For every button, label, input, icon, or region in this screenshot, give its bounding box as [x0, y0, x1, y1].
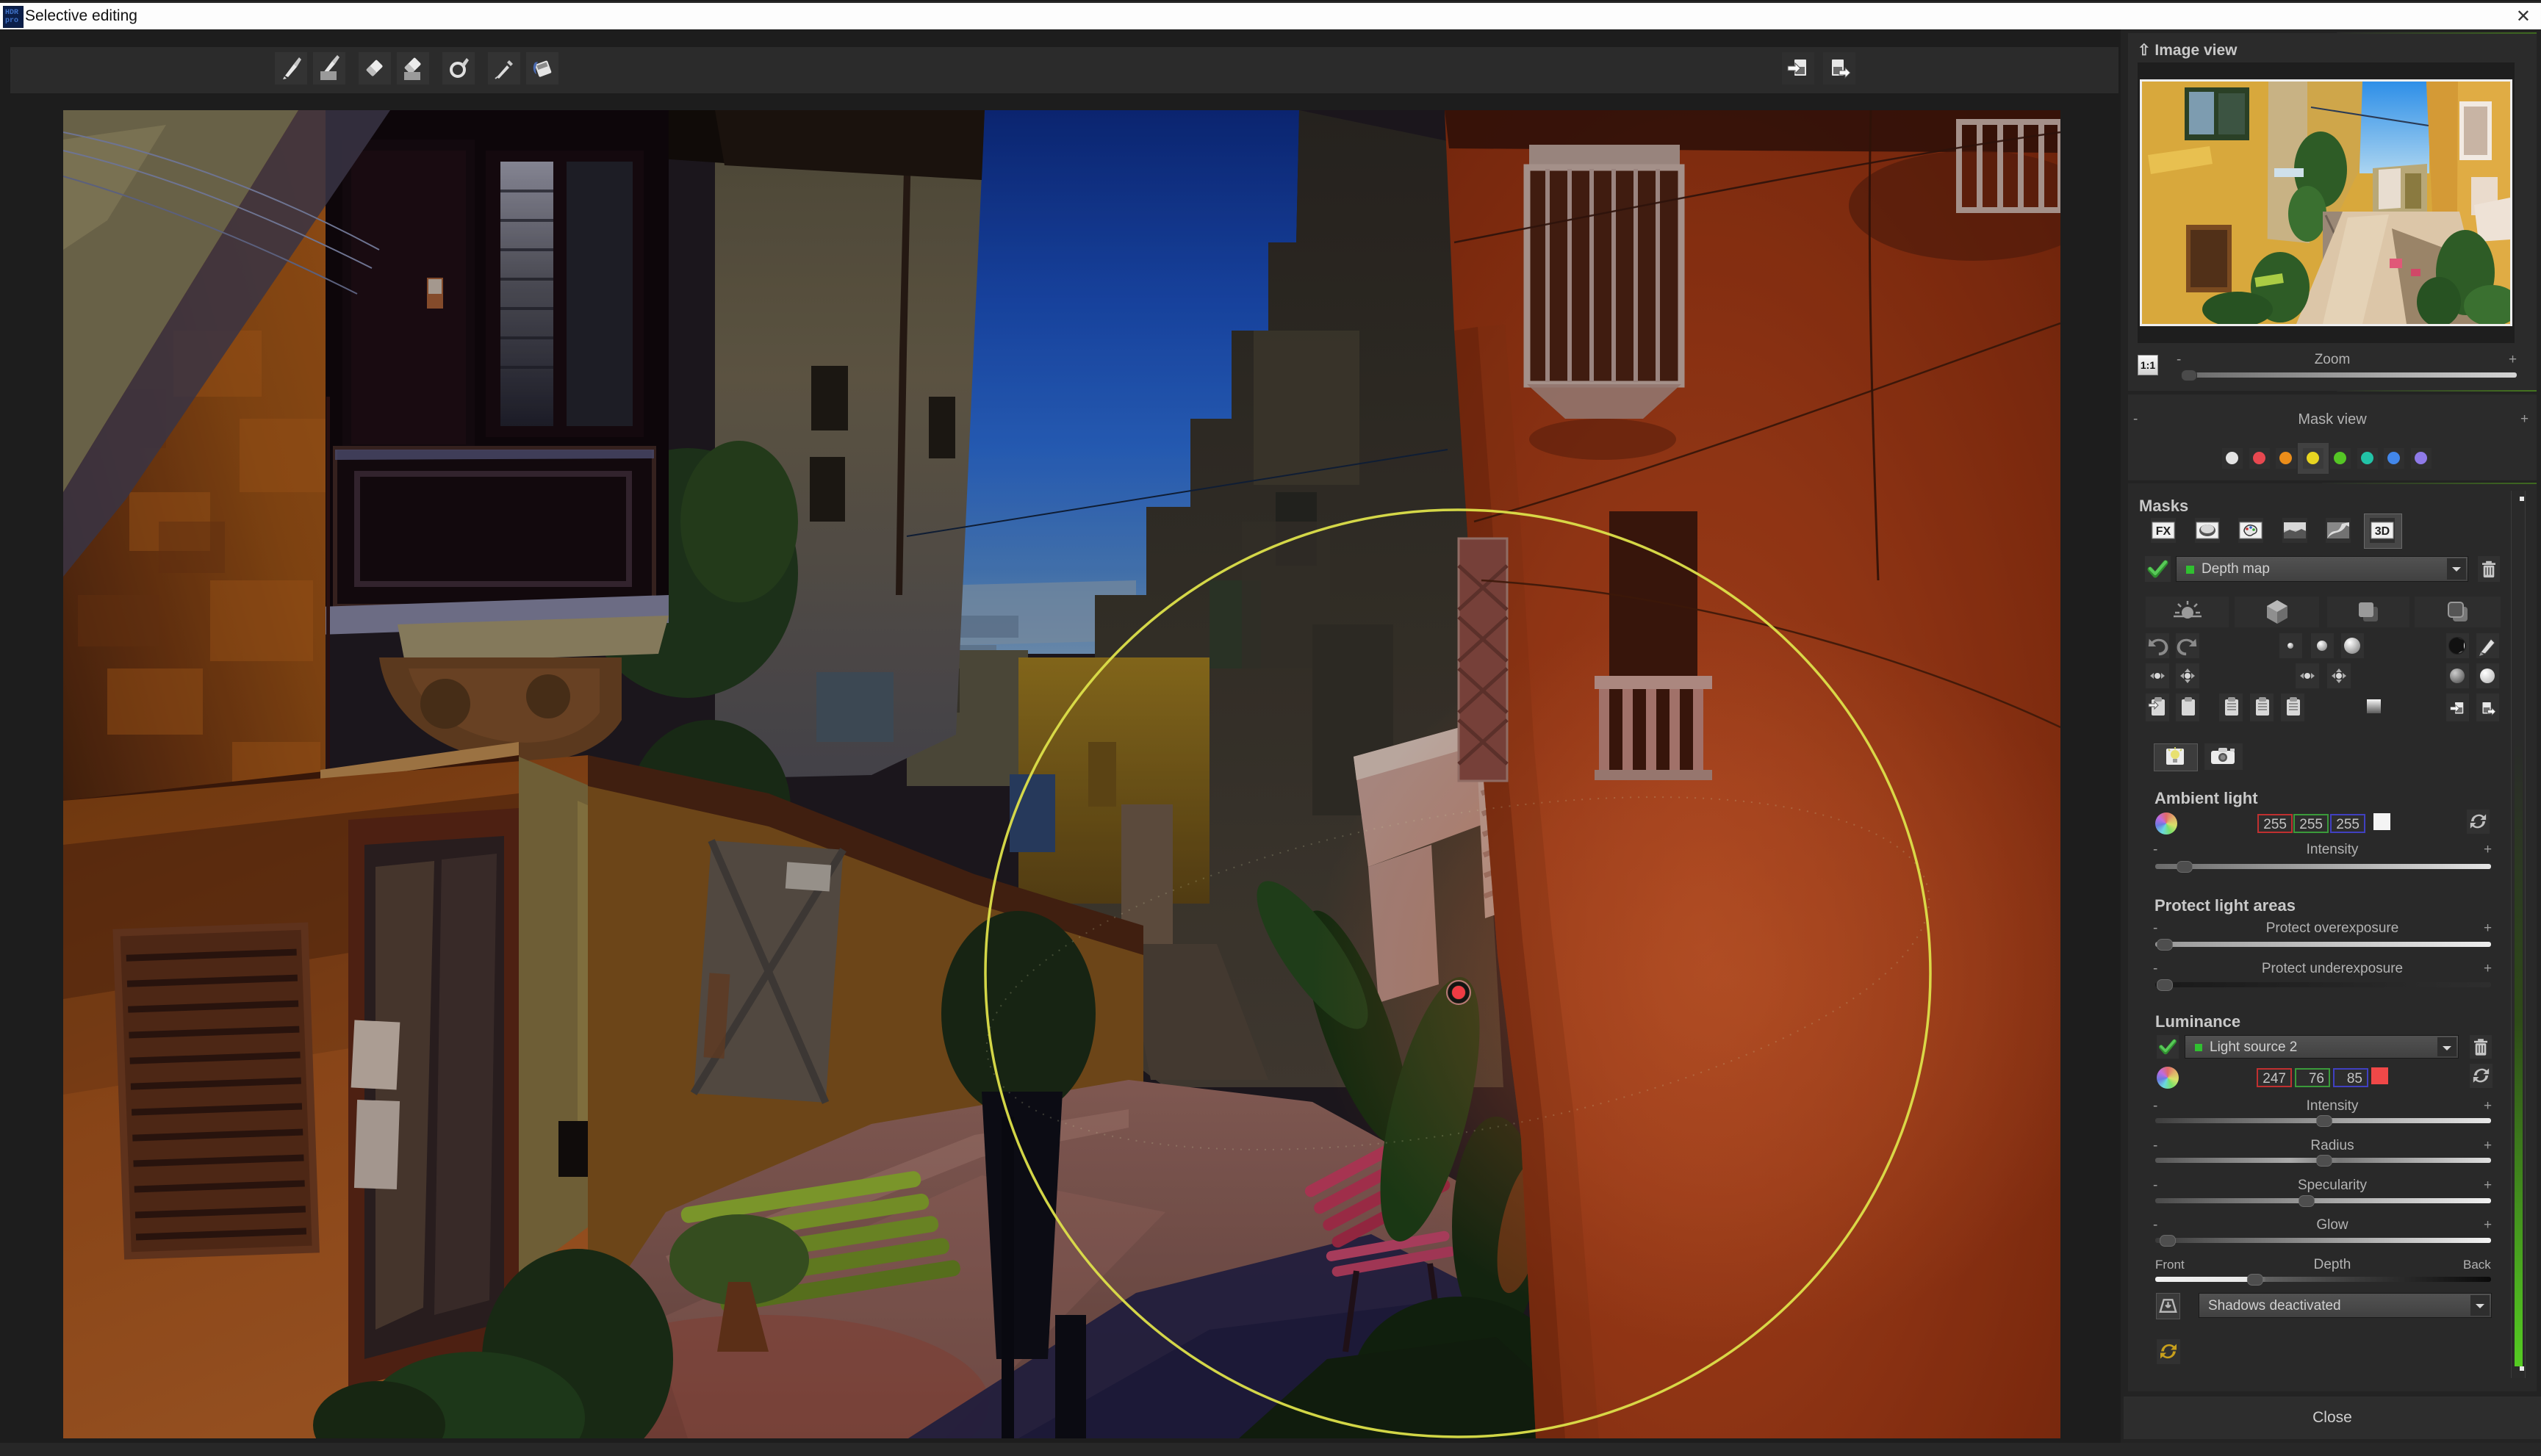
svg-text:FX: FX	[2156, 525, 2171, 538]
svg-text:3D: 3D	[2375, 525, 2390, 538]
